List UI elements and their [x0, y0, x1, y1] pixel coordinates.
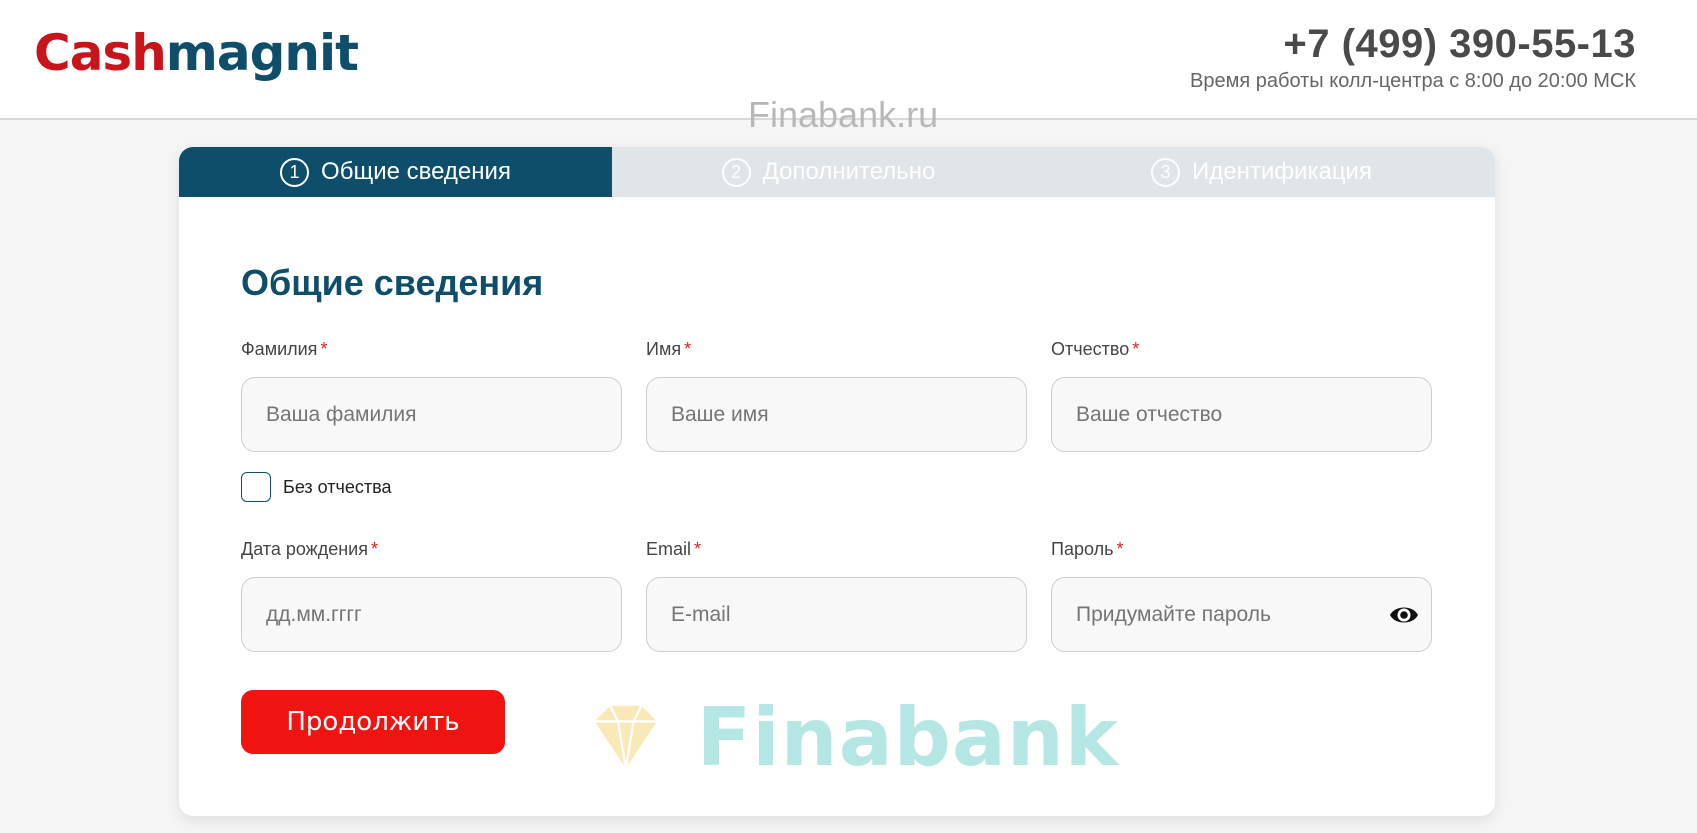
required-mark: *: [320, 339, 328, 359]
watermark-bottom: Finabank: [579, 667, 1119, 807]
required-mark: *: [694, 539, 702, 559]
logo-cash: Cash: [34, 24, 167, 82]
password-label: Пароль: [1051, 539, 1114, 559]
password-input-box[interactable]: Придумайте пароль: [1051, 577, 1432, 652]
no-patronymic-row: Без отчества: [241, 472, 392, 502]
watermark-top: Finabank.ru: [748, 94, 939, 135]
first-name-label: Имя: [646, 339, 682, 359]
application-form-card: 1 Общие сведения 2 Дополнительно 3 Идент…: [179, 147, 1495, 816]
logo[interactable]: Cashmagnit: [34, 28, 359, 78]
birth-date-label: Дата рождения: [241, 539, 368, 559]
patronymic-field: Отчество * Ваше отчество: [1051, 339, 1432, 452]
birth-date-field: Дата рождения * дд.мм.гггг: [241, 539, 622, 652]
working-hours: Время работы колл-центра с 8:00 до 20:00…: [1190, 70, 1636, 92]
no-patronymic-label[interactable]: Без отчества: [283, 477, 392, 498]
step-number: 1: [280, 157, 310, 187]
watermark-text: Finabank: [696, 690, 1119, 784]
phone-number[interactable]: +7 (499) 390-55-13: [1283, 22, 1636, 67]
step-additional[interactable]: 2 Дополнительно: [612, 147, 1045, 197]
email-label: Email: [646, 539, 692, 559]
required-mark: *: [684, 339, 692, 359]
patronymic-label: Отчество: [1051, 339, 1130, 359]
last-name-field: Фамилия * Ваша фамилия: [241, 339, 622, 452]
no-patronymic-checkbox[interactable]: [241, 472, 271, 502]
step-label: Общие сведения: [321, 158, 511, 185]
last-name-label: Фамилия: [241, 339, 318, 359]
last-name-input[interactable]: Ваша фамилия: [241, 377, 622, 452]
required-mark: *: [1116, 539, 1124, 559]
logo-magnit: magnit: [165, 24, 359, 82]
password-field: Пароль * Придумайте пароль: [1051, 539, 1432, 652]
first-name-input[interactable]: Ваше имя: [646, 377, 1027, 452]
step-general[interactable]: 1 Общие сведения: [179, 147, 612, 197]
patronymic-input[interactable]: Ваше отчество: [1051, 377, 1432, 452]
birth-date-input[interactable]: дд.мм.гггг: [241, 577, 622, 652]
step-identification[interactable]: 3 Идентификация: [1045, 147, 1478, 197]
step-label: Дополнительно: [762, 158, 936, 185]
continue-button[interactable]: Продолжить: [241, 690, 505, 754]
email-field: Email * E-mail: [646, 539, 1027, 652]
diamond-icon: [594, 705, 657, 769]
step-number: 2: [721, 157, 751, 187]
password-input[interactable]: Придумайте пароль: [1076, 603, 1271, 627]
step-number: 3: [1151, 157, 1181, 187]
first-name-field: Имя * Ваше имя: [646, 339, 1027, 452]
email-input[interactable]: E-mail: [646, 577, 1027, 652]
steps-bar: 1 Общие сведения 2 Дополнительно 3 Идент…: [179, 147, 1495, 197]
form-title: Общие сведения: [241, 262, 544, 303]
step-label: Идентификация: [1192, 158, 1372, 185]
required-mark: *: [370, 539, 378, 559]
eye-icon[interactable]: [1389, 602, 1419, 628]
required-mark: *: [1132, 339, 1140, 359]
